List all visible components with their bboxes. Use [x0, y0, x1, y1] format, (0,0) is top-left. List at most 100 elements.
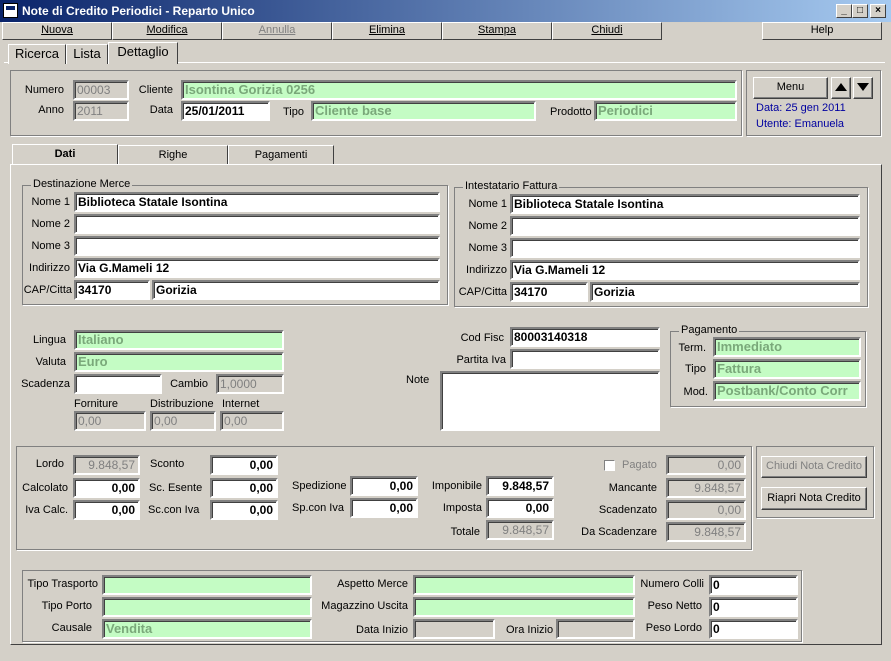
int-citta-field[interactable]: Gorizia — [590, 282, 860, 302]
partitaiva-label: Partita Iva — [456, 354, 506, 366]
lordo-field[interactable]: 9.848,57 — [73, 455, 140, 475]
cliente-label: Cliente — [138, 84, 173, 96]
tipo-field[interactable]: Cliente base — [311, 101, 536, 121]
data-field[interactable]: 25/01/2011 — [181, 101, 270, 121]
imposta-label: Imposta — [442, 502, 482, 514]
maximize-button[interactable]: □ — [852, 4, 868, 18]
modifica-label: Modifica — [146, 24, 188, 36]
lordo-label: Lordo — [35, 458, 64, 470]
aspettomerce-field[interactable] — [413, 575, 635, 595]
stampa-button[interactable]: Stampa — [442, 22, 552, 40]
mancante-field[interactable]: 9.848,57 — [666, 478, 746, 498]
menu-button[interactable]: Menu — [753, 77, 828, 99]
sconiva-field[interactable]: 0,00 — [210, 500, 278, 520]
chiudi-label: Chiudi — [591, 24, 623, 36]
imponibile-field[interactable]: 9.848,57 — [486, 476, 554, 496]
lingua-field[interactable]: Italiano — [74, 330, 284, 350]
scadenzato-field[interactable]: 0,00 — [666, 500, 746, 520]
internet-field[interactable]: 0,00 — [220, 411, 284, 431]
chiudi-button[interactable]: Chiudi — [552, 22, 662, 40]
modifica-button[interactable]: Modifica — [112, 22, 222, 40]
pagato-field[interactable]: 0,00 — [666, 455, 746, 475]
chiudi-nota-button[interactable]: Chiudi Nota Credito — [761, 456, 867, 478]
dest-indirizzo-field[interactable]: Via G.Mameli 12 — [74, 258, 440, 278]
tab-righe[interactable]: Righe — [118, 145, 228, 165]
int-nome1-label: Nome 1 — [468, 198, 507, 210]
mod-field[interactable]: Postbank/Conto Corr — [713, 381, 861, 401]
tab-dettaglio[interactable]: Dettaglio — [108, 42, 178, 64]
cambio-field[interactable]: 1,0000 — [216, 374, 284, 394]
calcolato-field[interactable]: 0,00 — [73, 478, 140, 498]
tab-pagamenti[interactable]: Pagamenti — [228, 145, 334, 165]
int-cap-field[interactable]: 34170 — [510, 282, 588, 302]
down-arrow-button[interactable] — [853, 77, 873, 99]
nuova-button[interactable]: Nuova — [2, 22, 112, 40]
anno-field[interactable]: 2011 — [73, 101, 129, 121]
magazzino-field[interactable] — [413, 597, 635, 617]
sconto-field[interactable]: 0,00 — [210, 455, 278, 475]
dascadenzare-field[interactable]: 9.848,57 — [666, 522, 746, 542]
dest-citta-field[interactable]: Gorizia — [152, 280, 440, 300]
int-nome1-field[interactable]: Biblioteca Statale Isontina — [510, 194, 860, 214]
totale-field[interactable]: 9.848,57 — [486, 520, 554, 540]
pesonetto-field[interactable]: 0 — [709, 597, 798, 617]
pagato-label: Pagato — [622, 459, 657, 471]
dest-nome1-field[interactable]: Biblioteca Statale Isontina — [74, 192, 440, 212]
tab-lista[interactable]: Lista — [66, 44, 108, 64]
numero-label: Numero — [24, 84, 64, 96]
codfisc-label: Cod Fisc — [460, 332, 504, 344]
calcolato-label: Calcolato — [22, 482, 68, 494]
note-textarea[interactable] — [440, 371, 660, 431]
dest-nome3-field[interactable] — [74, 236, 440, 256]
sconiva-label: Sc.con Iva — [148, 504, 200, 516]
valuta-label: Valuta — [35, 356, 66, 368]
int-nome3-field[interactable] — [510, 238, 860, 258]
int-capcitta-label: CAP/Citta — [458, 286, 507, 298]
spconiva-field[interactable]: 0,00 — [350, 498, 418, 518]
elimina-button[interactable]: Elimina — [332, 22, 442, 40]
internet-label: Internet — [222, 398, 260, 410]
int-indirizzo-field[interactable]: Via G.Mameli 12 — [510, 260, 860, 280]
tipoporto-field[interactable] — [102, 597, 312, 617]
tipotrasporto-field[interactable] — [102, 575, 312, 595]
ivacalc-field[interactable]: 0,00 — [73, 500, 140, 520]
pag-tipo-field[interactable]: Fattura — [713, 359, 861, 379]
prodotto-field[interactable]: Periodici — [594, 101, 737, 121]
partitaiva-field[interactable] — [510, 349, 660, 369]
tab-ricerca[interactable]: Ricerca — [8, 44, 66, 64]
close-button[interactable]: × — [870, 4, 886, 18]
valuta-field[interactable]: Euro — [74, 352, 284, 372]
distribuzione-label: Distribuzione — [150, 398, 214, 410]
imponibile-label: Imponibile — [431, 480, 482, 492]
orainizio-field[interactable] — [556, 619, 635, 639]
minimize-button[interactable]: _ — [836, 4, 852, 18]
tipoporto-label: Tipo Porto — [41, 600, 92, 612]
sconto-label: Sconto — [150, 458, 185, 470]
distribuzione-field[interactable]: 0,00 — [150, 411, 216, 431]
tab-dati[interactable]: Dati — [12, 144, 118, 165]
codfisc-field[interactable]: 80003140318 — [510, 327, 660, 347]
pagato-checkbox[interactable] — [604, 460, 615, 471]
riapri-nota-button[interactable]: Riapri Nota Credito — [761, 487, 867, 510]
cliente-field[interactable]: Isontina Gorizia 0256 — [181, 80, 737, 100]
term-field[interactable]: Immediato — [713, 337, 861, 357]
dest-cap-field[interactable]: 34170 — [74, 280, 150, 300]
spconiva-label: Sp.con Iva — [292, 502, 344, 514]
pesolordo-field[interactable]: 0 — [709, 619, 798, 639]
dest-nome1-label: Nome 1 — [31, 196, 70, 208]
datainizio-field[interactable] — [413, 619, 495, 639]
causale-field[interactable]: Vendita — [102, 619, 312, 639]
help-button[interactable]: Help — [762, 22, 882, 40]
scesente-field[interactable]: 0,00 — [210, 478, 278, 498]
scadenza-field[interactable] — [74, 374, 162, 394]
forniture-field[interactable]: 0,00 — [74, 411, 146, 431]
numerocolli-field[interactable]: 0 — [709, 575, 798, 595]
int-nome2-field[interactable] — [510, 216, 860, 236]
imposta-field[interactable]: 0,00 — [486, 498, 554, 518]
spedizione-field[interactable]: 0,00 — [350, 476, 418, 496]
annulla-button[interactable]: Annulla — [222, 22, 332, 40]
dest-nome2-field[interactable] — [74, 214, 440, 234]
numero-field[interactable]: 00003 — [73, 80, 129, 100]
up-arrow-button[interactable] — [831, 77, 851, 99]
note-label: Note — [406, 374, 430, 386]
